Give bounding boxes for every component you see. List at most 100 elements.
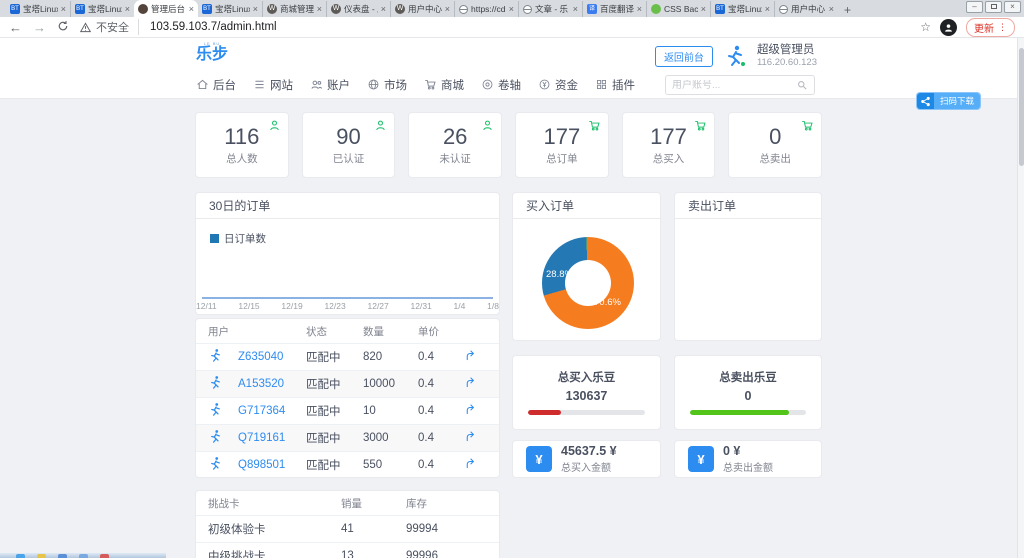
tab-close-icon[interactable]: × <box>189 4 194 14</box>
nav-item-zijin[interactable]: 资金 <box>538 77 578 93</box>
share-nodes-icon <box>916 93 934 109</box>
tab-close-icon[interactable]: × <box>253 4 258 14</box>
tab-close-icon[interactable]: × <box>509 4 514 14</box>
nav-item-shangcheng[interactable]: 商城 <box>424 77 464 93</box>
user-link[interactable]: Q719161 <box>238 432 306 444</box>
stat-total-sell: 0 总卖出 <box>728 112 823 178</box>
security-chip[interactable]: 不安全 <box>80 19 139 35</box>
download-float-button[interactable]: 扫码下载 <box>916 93 980 109</box>
user-link[interactable]: Q898501 <box>238 459 306 471</box>
browser-tab[interactable]: W商城管理 - 3× <box>262 1 326 17</box>
browser-tab-active[interactable]: 管理后台 × <box>134 0 198 17</box>
taskbar-icon[interactable] <box>100 554 109 558</box>
user-link[interactable]: Z635040 <box>238 351 306 363</box>
taskbar-icon[interactable] <box>16 554 25 558</box>
browser-tab[interactable]: CSS Backgr× <box>646 1 710 17</box>
nav-item-zhanghu[interactable]: 账户 <box>310 77 350 93</box>
tab-close-icon[interactable]: × <box>381 4 386 14</box>
stat-total-buy: 177 总买入 <box>621 112 716 178</box>
forward-action-icon[interactable] <box>464 376 477 392</box>
tab-close-icon[interactable]: × <box>765 4 770 14</box>
runner-avatar-icon <box>208 375 238 393</box>
nav-item-wangzhan[interactable]: 网站 <box>253 77 293 93</box>
sell-orders-panel: 卖出订单 <box>674 192 822 341</box>
browser-tab[interactable]: 用户中心 - 1× <box>774 1 838 17</box>
tab-close-icon[interactable]: × <box>61 4 66 14</box>
page-scrollbar[interactable] <box>1017 38 1024 558</box>
search-input[interactable] <box>672 79 796 91</box>
globe-favicon <box>459 4 468 14</box>
header-right: 返回前台 超级管理员 116.20.60.123 <box>654 43 817 69</box>
reload-icon[interactable] <box>57 20 69 35</box>
taskbar-icon[interactable] <box>79 554 88 558</box>
browser-tab[interactable]: 译百度翻译-20× <box>582 1 646 17</box>
browser-tab[interactable]: W用户中心-乐× <box>390 1 454 17</box>
runner-avatar-icon <box>208 456 238 474</box>
cart-icon <box>425 79 436 90</box>
panel-title: 30日的订单 <box>196 193 499 219</box>
screen: BT宝塔Linux面× BT宝塔Linux面× 管理后台× BT宝塔Linux面… <box>0 0 1024 558</box>
tab-close-icon[interactable]: × <box>125 4 130 14</box>
url-text[interactable]: 103.59.103.7/admin.html <box>150 21 277 33</box>
taskbar-icon[interactable] <box>37 554 46 558</box>
browser-tab[interactable]: W仪表盘 - 乐× <box>326 1 390 17</box>
tab-close-icon[interactable]: × <box>829 4 834 14</box>
scrollbar-thumb[interactable] <box>1019 48 1024 166</box>
admin-avatar[interactable] <box>723 44 747 68</box>
tab-close-icon[interactable]: × <box>573 4 578 14</box>
user-link[interactable]: G717364 <box>238 405 306 417</box>
browser-tab-strip: BT宝塔Linux面× BT宝塔Linux面× 管理后台× BT宝塔Linux面… <box>0 0 1024 17</box>
browser-tab[interactable]: BT宝塔Linux面× <box>6 1 70 17</box>
nav-item-houtai[interactable]: 后台 <box>196 77 236 93</box>
forward-icon[interactable]: → <box>33 20 46 35</box>
new-tab-button[interactable]: + <box>844 3 851 17</box>
browser-tab[interactable]: 文章 - 乐 × <box>518 1 582 17</box>
bookmark-star-icon[interactable]: ☆ <box>920 20 931 34</box>
browser-tab[interactable]: BT宝塔Linux面× <box>70 1 134 17</box>
table-header: 挑战卡 销量 库存 <box>208 497 427 510</box>
minimize-button[interactable]: – <box>966 1 983 13</box>
table-row: Q898501 匹配中 550 0.4 <box>196 451 499 478</box>
update-button[interactable]: 更新 ⋮ <box>966 17 1015 37</box>
person-icon <box>374 119 387 137</box>
buy-orders-donut-chart[interactable]: 28.8% 70.6% <box>542 237 634 329</box>
search-icon[interactable] <box>796 79 808 91</box>
browser-menu-icon[interactable]: ⋮ <box>998 22 1007 33</box>
profile-avatar-icon[interactable] <box>940 18 957 36</box>
buy-progress-bar <box>528 410 645 415</box>
maximize-icon <box>990 4 997 9</box>
maximize-button[interactable] <box>985 1 1002 13</box>
windows-taskbar[interactable] <box>0 553 166 558</box>
forward-action-icon[interactable] <box>464 403 477 419</box>
nav-item-shichang[interactable]: 市场 <box>367 77 407 93</box>
forward-action-icon[interactable] <box>464 457 477 473</box>
baidu-translate-favicon: 译 <box>587 4 597 14</box>
forward-action-icon[interactable] <box>464 349 477 365</box>
yen-circle-icon <box>539 79 550 90</box>
tab-close-icon[interactable]: × <box>701 4 706 14</box>
tab-close-icon[interactable]: × <box>445 4 450 14</box>
user-link[interactable]: A153520 <box>238 378 306 390</box>
nav-item-chajian[interactable]: 插件 <box>595 77 635 93</box>
site-logo[interactable]: LE BU 乐步 <box>196 42 228 63</box>
table-row: G717364 匹配中 10 0.4 <box>196 397 499 424</box>
browser-tab[interactable]: BT宝塔Linux面× <box>198 1 262 17</box>
forward-action-icon[interactable] <box>464 430 477 446</box>
total-buy-amount-card: ¥ 45637.5 ¥ 总买入金额 <box>512 440 661 478</box>
user-orders-table: 用户 状态 数量 单价 Z635040 匹配中 820 0.4 A153520 … <box>195 318 500 478</box>
baota-favicon: BT <box>75 4 85 14</box>
back-icon[interactable]: ← <box>9 20 22 35</box>
back-to-front-button[interactable]: 返回前台 <box>654 45 713 67</box>
tab-close-icon[interactable]: × <box>317 4 322 14</box>
chart-legend[interactable]: 日订单数 <box>210 231 266 246</box>
nav-item-juanzhou[interactable]: 卷轴 <box>481 77 521 93</box>
grid-icon <box>596 79 607 90</box>
taskbar-icon[interactable] <box>58 554 67 558</box>
close-window-button[interactable]: × <box>1004 1 1021 13</box>
browser-tab[interactable]: https://cdn× <box>454 1 518 17</box>
browser-tab[interactable]: BT宝塔Linux面× <box>710 1 774 17</box>
admin-ip: 116.20.60.123 <box>756 57 817 69</box>
globe-favicon <box>523 4 532 14</box>
chart-x-labels: 12/11 12/15 12/19 12/23 12/27 12/31 1/4 … <box>196 301 499 311</box>
tab-close-icon[interactable]: × <box>637 4 642 14</box>
